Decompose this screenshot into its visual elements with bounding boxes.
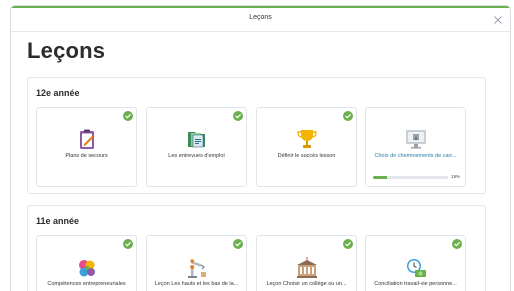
lesson-card[interactable]: Choix de cheminements de carr... 19% (365, 107, 466, 187)
section-grade-11: 11e année Compétences entrepreneuriales (27, 205, 486, 291)
close-button[interactable] (491, 13, 505, 27)
lesson-title: Plans de secours (65, 153, 108, 159)
check-icon (452, 239, 462, 249)
lesson-card[interactable]: Les entrevues d'emploi (146, 107, 247, 187)
lesson-card[interactable]: Leçon Les hauts et les bas de la... (146, 235, 247, 291)
section-title: 11e année (36, 216, 80, 226)
check-icon (123, 111, 133, 121)
lesson-title: Leçon Choisir un collège ou un... (266, 281, 347, 287)
check-icon (233, 111, 243, 121)
modal-title: Leçons (249, 14, 272, 21)
progress-percent: 19% (450, 174, 460, 179)
lesson-title: Conciliation travail-vie personne... (374, 281, 457, 287)
computer-monitor-icon (404, 127, 428, 151)
progress-bar (373, 176, 448, 179)
robot-arm-icon (185, 256, 209, 280)
close-icon (494, 16, 502, 24)
check-icon (233, 239, 243, 249)
lesson-title: Les entrevues d'emploi (168, 153, 225, 159)
lesson-card[interactable]: Conciliation travail-vie personne... (365, 235, 466, 291)
page-title: Leçons (27, 38, 106, 63)
folder-documents-icon (185, 127, 209, 151)
lesson-card[interactable]: Compétences entrepreneuriales (36, 235, 137, 291)
clock-money-icon (404, 256, 428, 280)
college-building-icon (295, 256, 319, 280)
lesson-title: Leçon Les hauts et les bas de la... (154, 281, 239, 287)
puzzle-pieces-icon (75, 256, 99, 280)
section-title: 12e année (36, 88, 80, 98)
lesson-title: Compétences entrepreneuriales (47, 281, 126, 287)
check-icon (123, 239, 133, 249)
lesson-card[interactable]: Leçon Choisir un collège ou un... (256, 235, 357, 291)
modal-header: Leçons (11, 8, 510, 32)
check-icon (343, 239, 353, 249)
check-icon (343, 111, 353, 121)
lesson-title: Choix de cheminements de carr... (374, 153, 457, 159)
trophy-icon (295, 127, 319, 151)
lesson-title: Définir le succès lesson (277, 153, 336, 159)
progress-fill (373, 176, 388, 179)
clipboard-pencil-icon (75, 127, 99, 151)
lesson-card[interactable]: Définir le succès lesson (256, 107, 357, 187)
lesson-card[interactable]: Plans de secours (36, 107, 137, 187)
section-grade-12: 12e année Plans de secours Les entrevues… (27, 77, 486, 194)
